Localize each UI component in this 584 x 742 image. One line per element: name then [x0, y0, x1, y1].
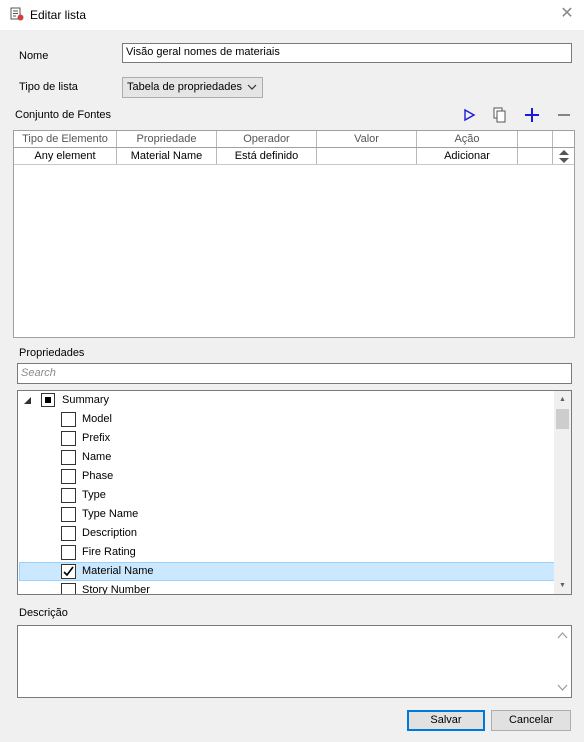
- list-type-select[interactable]: Tabela de propriedades: [122, 77, 263, 98]
- close-icon[interactable]: ✕: [558, 5, 576, 23]
- property-label: Prefix: [82, 432, 111, 444]
- partial-mark-icon: [45, 397, 51, 403]
- summary-checkbox[interactable]: [41, 393, 55, 407]
- col-header: [518, 131, 553, 147]
- property-checkbox[interactable]: [61, 431, 76, 446]
- property-checkbox[interactable]: [61, 412, 76, 427]
- minus-icon[interactable]: [555, 106, 573, 124]
- col-header[interactable]: Operador: [217, 131, 317, 147]
- scroll-up-icon[interactable]: ▲: [554, 391, 571, 408]
- sort-updown-icon[interactable]: [558, 149, 570, 164]
- list-edit-icon: [10, 7, 24, 21]
- scroll-thumb[interactable]: [556, 409, 569, 429]
- description-scrollbar[interactable]: [554, 626, 571, 697]
- grid-cell[interactable]: [518, 148, 553, 164]
- source-set-label: Conjunto de Fontes: [15, 109, 112, 121]
- col-header[interactable]: Propriedade: [117, 131, 217, 147]
- properties-label: Propriedades: [19, 347, 85, 359]
- plus-icon[interactable]: [523, 106, 541, 124]
- col-header[interactable]: Tipo de Elemento: [14, 131, 117, 147]
- property-checkbox-checked[interactable]: [61, 564, 76, 579]
- list-item[interactable]: Fire Rating: [19, 543, 555, 562]
- grid-cell[interactable]: Any element: [14, 148, 117, 164]
- checkmark-icon: [63, 566, 74, 577]
- table-row[interactable]: Any element Material Name Está definido …: [14, 148, 574, 165]
- search-input[interactable]: Search: [17, 363, 572, 384]
- chevron-down-icon[interactable]: [557, 684, 568, 692]
- property-label: Type Name: [82, 508, 139, 520]
- grid-cell[interactable]: Está definido: [217, 148, 317, 164]
- window-title: Editar lista: [30, 8, 87, 22]
- description-label: Descrição: [19, 607, 68, 619]
- property-label: Model: [82, 413, 112, 425]
- description-field[interactable]: [17, 625, 572, 698]
- list-item[interactable]: Phase: [19, 467, 555, 486]
- title-bar: Editar lista ✕: [0, 0, 584, 30]
- name-field[interactable]: Visão geral nomes de materiais: [122, 43, 572, 63]
- properties-tree[interactable]: Summary Model Prefix Name Phase Type Typ…: [17, 390, 572, 595]
- source-grid[interactable]: Tipo de Elemento Propriedade Operador Va…: [13, 130, 575, 338]
- chevron-up-icon[interactable]: [557, 631, 568, 639]
- property-label: Description: [82, 527, 138, 539]
- property-checkbox[interactable]: [61, 450, 76, 465]
- chevron-down-icon: [247, 84, 257, 90]
- list-type-label: Tipo de lista: [19, 81, 78, 93]
- list-item[interactable]: Model: [19, 410, 555, 429]
- list-item[interactable]: Type Name: [19, 505, 555, 524]
- list-item-selected[interactable]: Material Name: [19, 562, 555, 581]
- grid-header: Tipo de Elemento Propriedade Operador Va…: [14, 131, 574, 148]
- property-label: Story Number: [82, 584, 150, 595]
- list-item[interactable]: Name: [19, 448, 555, 467]
- list-type-value: Tabela de propriedades: [127, 81, 242, 93]
- cancel-button[interactable]: Cancelar: [491, 710, 571, 731]
- tree-root-label: Summary: [62, 394, 110, 406]
- property-label: Name: [82, 451, 112, 463]
- list-item[interactable]: Type: [19, 486, 555, 505]
- grid-cell[interactable]: Adicionar: [417, 148, 518, 164]
- list-item[interactable]: Prefix: [19, 429, 555, 448]
- list-item[interactable]: Story Number: [19, 581, 555, 595]
- save-button[interactable]: Salvar: [407, 710, 485, 731]
- tree-scrollbar[interactable]: ▲ ▼: [554, 391, 571, 594]
- grid-cell[interactable]: [317, 148, 417, 164]
- grid-cell[interactable]: Material Name: [117, 148, 217, 164]
- expand-triangle-icon[interactable]: [23, 396, 32, 405]
- name-label: Nome: [19, 50, 49, 62]
- property-checkbox[interactable]: [61, 507, 76, 522]
- property-label: Phase: [82, 470, 114, 482]
- property-checkbox[interactable]: [61, 469, 76, 484]
- copy-icon[interactable]: [491, 106, 509, 124]
- col-header[interactable]: Valor: [317, 131, 417, 147]
- property-checkbox[interactable]: [61, 526, 76, 541]
- tree-root-summary[interactable]: Summary: [19, 391, 555, 410]
- property-label: Fire Rating: [82, 546, 136, 558]
- property-checkbox[interactable]: [61, 545, 76, 560]
- property-label: Material Name: [82, 565, 154, 577]
- property-label: Type: [82, 489, 106, 501]
- scroll-down-icon[interactable]: ▼: [554, 577, 571, 594]
- col-header[interactable]: Ação: [417, 131, 518, 147]
- property-checkbox[interactable]: [61, 488, 76, 503]
- play-icon[interactable]: [460, 106, 478, 124]
- list-item[interactable]: Description: [19, 524, 555, 543]
- property-checkbox[interactable]: [61, 583, 76, 594]
